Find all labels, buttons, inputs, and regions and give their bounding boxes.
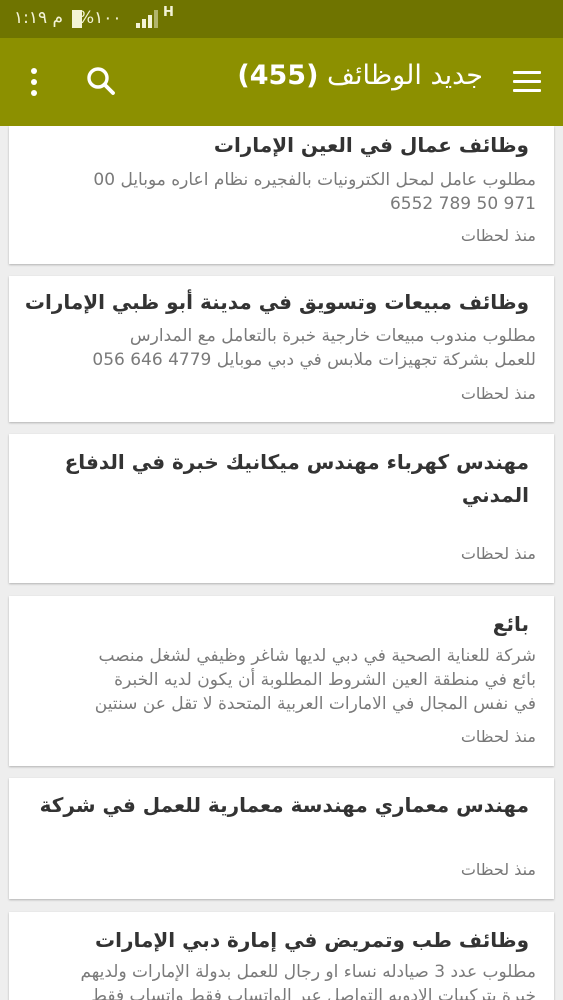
status-bar: م ١:١٩ %١٠٠ H (0, 0, 563, 38)
job-description-line: 971 50 789 6552 (389, 194, 536, 214)
job-title: وظائف مبيعات وتسويق في مدينة أبو ظبي الإ… (24, 290, 529, 314)
job-card[interactable]: وظائف مبيعات وتسويق في مدينة أبو ظبي الإ… (9, 276, 554, 422)
job-description: مطلوب مندوب مبيعات خارجية خبرة بالتعامل … (23, 324, 536, 372)
battery-level: %١٠٠ (78, 8, 122, 28)
job-count: (455) (237, 60, 319, 91)
network-icon: H (163, 5, 174, 20)
status-time: م ١:١٩ (14, 8, 64, 28)
job-card[interactable]: وظائف طب وتمريض في إمارة دبي الإمارات مط… (9, 912, 554, 1000)
job-time: منذ لحظات (460, 384, 536, 403)
job-description: مطلوب عدد 3 صيادله نساء او رجال للعمل بد… (23, 960, 536, 1000)
page-title: جديد الوظائف (455) (237, 60, 483, 91)
job-description-line: مطلوب مندوب مبيعات خارجية خبرة بالتعامل … (129, 326, 536, 346)
job-time: منذ لحظات (460, 544, 536, 563)
page-title-text: جديد الوظائف (327, 60, 483, 91)
job-description-line: خبرة بتركيبات الادويه التواصل عبر الواتس… (91, 986, 536, 1000)
job-title: بائع (492, 612, 529, 636)
signal-icon (136, 10, 158, 28)
job-time: منذ لحظات (460, 226, 536, 245)
more-options-icon[interactable] (30, 68, 38, 96)
menu-icon[interactable] (513, 71, 541, 93)
job-description: مطلوب عامل لمحل الكترونيات بالفجيره نظام… (23, 168, 536, 216)
job-title: مهندس معماري مهندسة معمارية للعمل في شرك… (39, 793, 529, 817)
search-icon[interactable] (86, 66, 116, 96)
job-card[interactable]: مهندس معماري مهندسة معمارية للعمل في شرك… (9, 778, 554, 899)
job-list: وظائف عمال في العين الإمارات مطلوب عامل … (0, 126, 563, 1000)
job-description-line: في نفس المجال في الامارات العربية المتحد… (94, 694, 536, 714)
job-card[interactable]: وظائف عمال في العين الإمارات مطلوب عامل … (9, 126, 554, 264)
job-description-line: مطلوب عامل لمحل الكترونيات بالفجيره نظام… (93, 170, 536, 190)
job-description: شركة للعناية الصحية في دبي لديها شاغر وظ… (23, 644, 536, 716)
job-card[interactable]: بائع شركة للعناية الصحية في دبي لديها شا… (9, 596, 554, 766)
job-title: مهندس كهرباء مهندس ميكانيك خبرة في الدفا… (23, 446, 529, 512)
job-description-line: بائع في منطقة العين الشروط المطلوبة أن ي… (114, 670, 536, 690)
job-title-line: مهندس كهرباء مهندس ميكانيك خبرة في الدفا… (64, 450, 529, 474)
job-description-line: مطلوب عدد 3 صيادله نساء او رجال للعمل بد… (80, 962, 536, 982)
job-card[interactable]: مهندس كهرباء مهندس ميكانيك خبرة في الدفا… (9, 434, 554, 583)
job-title: وظائف طب وتمريض في إمارة دبي الإمارات (95, 928, 529, 952)
job-description-line: للعمل بشركة تجهيزات ملابس في دبي موبايل … (92, 350, 536, 370)
app-bar: جديد الوظائف (455) (0, 38, 563, 126)
job-title: وظائف عمال في العين الإمارات (213, 133, 529, 157)
job-time: منذ لحظات (460, 727, 536, 746)
job-description-line: شركة للعناية الصحية في دبي لديها شاغر وظ… (98, 646, 536, 666)
job-title-line: المدني (461, 483, 529, 507)
job-time: منذ لحظات (460, 860, 536, 879)
